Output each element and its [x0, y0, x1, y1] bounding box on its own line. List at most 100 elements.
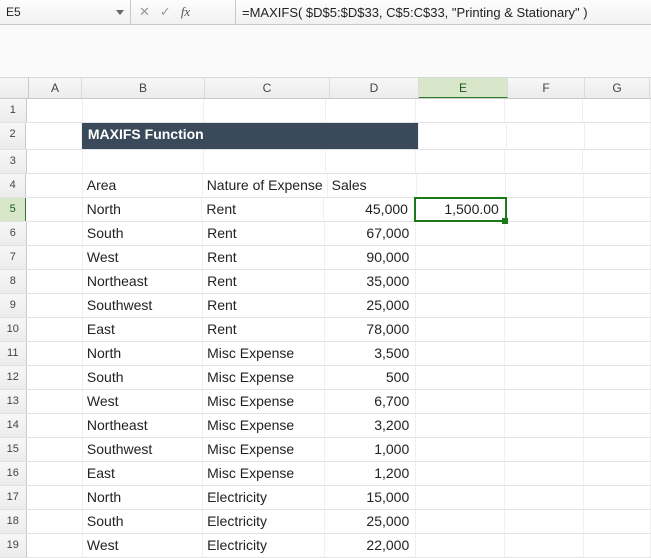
- cell[interactable]: [584, 510, 651, 533]
- row-header[interactable]: 15: [0, 438, 27, 461]
- cell[interactable]: [204, 150, 326, 173]
- cell-nature[interactable]: Rent: [203, 270, 325, 293]
- cell[interactable]: [584, 438, 651, 461]
- cell[interactable]: [416, 486, 505, 509]
- cell[interactable]: [326, 150, 415, 173]
- cell-sales[interactable]: 78,000: [325, 318, 416, 341]
- cell[interactable]: [505, 366, 583, 389]
- cell-sales[interactable]: 3,500: [325, 342, 416, 365]
- cell[interactable]: [584, 246, 651, 269]
- row-header[interactable]: 11: [0, 342, 27, 365]
- cell[interactable]: [27, 342, 83, 365]
- cell-sales[interactable]: 1,200: [325, 462, 416, 485]
- cell[interactable]: [505, 438, 583, 461]
- cell[interactable]: [416, 246, 505, 269]
- row-header[interactable]: 4: [0, 174, 26, 197]
- cell-area[interactable]: Southwest: [83, 438, 203, 461]
- cell[interactable]: [26, 174, 82, 197]
- cell[interactable]: [416, 222, 505, 245]
- cell[interactable]: [83, 150, 204, 173]
- cell-nature[interactable]: Misc Expense: [203, 462, 325, 485]
- cell[interactable]: [27, 246, 83, 269]
- cell[interactable]: [326, 99, 415, 122]
- cell[interactable]: [507, 123, 584, 149]
- row-header[interactable]: 6: [0, 222, 27, 245]
- cell-area[interactable]: Northeast: [83, 270, 203, 293]
- cell[interactable]: [27, 318, 83, 341]
- cell[interactable]: [584, 222, 651, 245]
- cell-nature[interactable]: Misc Expense: [203, 366, 325, 389]
- cell[interactable]: [584, 318, 651, 341]
- cell[interactable]: [583, 150, 651, 173]
- cell-area[interactable]: South: [83, 510, 203, 533]
- cell-nature[interactable]: Electricity: [203, 486, 325, 509]
- cell[interactable]: [27, 222, 83, 245]
- cell[interactable]: [584, 534, 651, 557]
- header-area[interactable]: Area: [83, 174, 203, 197]
- cell[interactable]: [584, 198, 651, 221]
- cell[interactable]: [416, 390, 505, 413]
- cell-area[interactable]: West: [83, 534, 203, 557]
- cell[interactable]: [584, 486, 651, 509]
- cell[interactable]: [26, 198, 82, 221]
- cell[interactable]: [584, 294, 651, 317]
- cell[interactable]: [505, 486, 583, 509]
- cell[interactable]: [505, 510, 583, 533]
- cell[interactable]: [505, 318, 583, 341]
- cell-nature[interactable]: Misc Expense: [203, 342, 325, 365]
- cell-area[interactable]: North: [83, 486, 203, 509]
- cell[interactable]: [584, 390, 651, 413]
- cell-sales[interactable]: 6,700: [325, 390, 416, 413]
- row-header[interactable]: 5: [0, 198, 26, 221]
- cell-sales[interactable]: 15,000: [325, 486, 416, 509]
- row-header[interactable]: 1: [0, 99, 27, 122]
- cell[interactable]: [505, 150, 583, 173]
- title-cell[interactable]: MAXIFS Function: [82, 123, 208, 149]
- cell[interactable]: [416, 462, 505, 485]
- header-nature[interactable]: Nature of Expense: [203, 174, 328, 197]
- row-header[interactable]: 2: [0, 123, 26, 149]
- cell-area[interactable]: South: [83, 366, 203, 389]
- cell[interactable]: [583, 99, 651, 122]
- cell[interactable]: [27, 366, 83, 389]
- cell[interactable]: [505, 462, 583, 485]
- cell-area[interactable]: North: [83, 342, 203, 365]
- cell-area[interactable]: West: [83, 390, 203, 413]
- col-header-F[interactable]: F: [508, 78, 585, 98]
- selected-cell[interactable]: 1,500.00: [415, 198, 506, 221]
- cell-sales[interactable]: 25,000: [325, 294, 416, 317]
- row-header[interactable]: 16: [0, 462, 27, 485]
- row-header[interactable]: 13: [0, 390, 27, 413]
- cell[interactable]: [416, 318, 505, 341]
- cell[interactable]: [416, 270, 505, 293]
- cell-nature[interactable]: Rent: [203, 246, 325, 269]
- cell[interactable]: [27, 438, 83, 461]
- cell-nature[interactable]: Electricity: [203, 534, 325, 557]
- col-header-G[interactable]: G: [585, 78, 650, 98]
- cell-nature[interactable]: Rent: [202, 198, 324, 221]
- cell[interactable]: [27, 99, 84, 122]
- cell[interactable]: [584, 174, 651, 197]
- cell[interactable]: [506, 198, 584, 221]
- cell[interactable]: [584, 414, 651, 437]
- cell[interactable]: [27, 486, 83, 509]
- row-header[interactable]: 14: [0, 414, 27, 437]
- row-header[interactable]: 12: [0, 366, 27, 389]
- cell-nature[interactable]: Rent: [203, 318, 325, 341]
- cancel-icon[interactable]: ✕: [139, 4, 150, 20]
- cell[interactable]: [27, 270, 83, 293]
- enter-icon[interactable]: ✓: [160, 4, 171, 20]
- col-header-C[interactable]: C: [205, 78, 330, 98]
- insert-function-icon[interactable]: fx: [181, 4, 190, 20]
- cell-nature[interactable]: Misc Expense: [203, 390, 325, 413]
- cell[interactable]: [27, 390, 83, 413]
- row-header[interactable]: 18: [0, 510, 27, 533]
- cell[interactable]: [416, 366, 505, 389]
- cell-sales[interactable]: 22,000: [325, 534, 416, 557]
- col-header-D[interactable]: D: [330, 78, 419, 98]
- cell[interactable]: [585, 123, 651, 149]
- cell-sales[interactable]: 67,000: [325, 222, 416, 245]
- cell-area[interactable]: East: [83, 462, 203, 485]
- cell-nature[interactable]: Misc Expense: [203, 438, 325, 461]
- cell[interactable]: [584, 270, 651, 293]
